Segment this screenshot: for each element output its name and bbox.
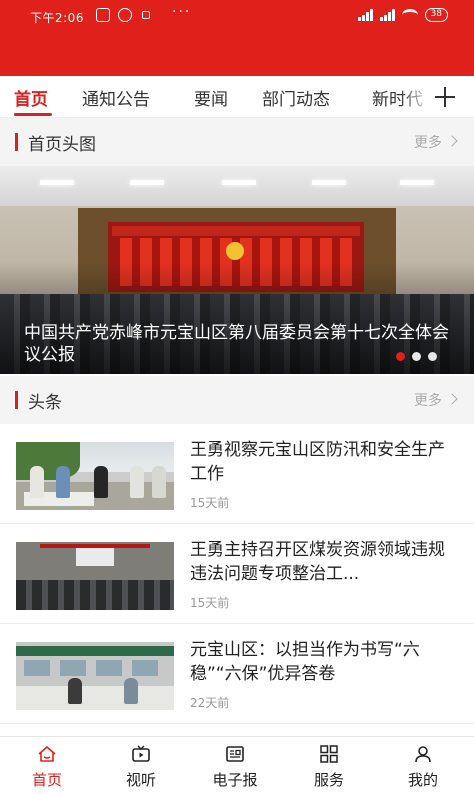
newspaper-icon	[226, 746, 244, 762]
carousel-indicator	[396, 352, 437, 361]
news-title: 王勇主持召开区煤炭资源领域违规违法问题专项整治工...	[190, 540, 445, 584]
news-title: 元宝山区：以担当作为书写“六稳”“六保”优异答卷	[190, 640, 420, 684]
active-tab-indicator	[14, 113, 52, 116]
nav-label: 电子报	[212, 771, 258, 789]
news-time: 15天前	[190, 496, 230, 510]
nav-label: 我的	[407, 771, 438, 789]
news-time: 15天前	[190, 596, 230, 610]
battery-icon: 38	[424, 8, 448, 22]
news-time: 22天前	[190, 696, 230, 710]
carousel-dot[interactable]	[412, 352, 421, 361]
tabs-fade	[400, 76, 432, 117]
status-notification-icons	[96, 8, 150, 22]
app-header: 下午2:06 ··· 38	[0, 0, 474, 76]
nav-label: 视听	[125, 771, 156, 789]
chevron-right-icon[interactable]	[446, 135, 458, 147]
user-icon	[415, 746, 431, 763]
chevron-right-icon[interactable]	[446, 393, 458, 405]
headline-section-header: 首页头图 更多	[0, 118, 474, 166]
channel-tabs: 首页 通知公告 要闻 部门动态 新时代	[0, 76, 474, 118]
section-title: 首页头图	[28, 135, 96, 155]
alarm-icon	[118, 8, 132, 22]
grid-icon	[320, 745, 338, 763]
nav-video[interactable]: 视听	[94, 737, 188, 794]
tab-home[interactable]: 首页	[14, 85, 48, 110]
bottom-navigation: 首页 视听 电子报 服务 我的	[0, 736, 474, 794]
news-list-item[interactable]: 王勇主持召开区煤炭资源领域违规违法问题专项整治工... 15天前	[0, 524, 474, 624]
section-title: 头条	[28, 393, 62, 413]
more-link[interactable]: 更多	[414, 132, 442, 152]
tab-key-news[interactable]: 要闻	[194, 85, 228, 110]
nav-home[interactable]: 首页	[0, 737, 94, 794]
more-link[interactable]: 更多	[414, 390, 442, 410]
status-system-icons: 38	[357, 8, 448, 22]
add-channel-icon[interactable]	[434, 86, 456, 108]
nav-services[interactable]: 服务	[282, 737, 376, 794]
nav-e-paper[interactable]: 电子报	[188, 737, 282, 794]
banner-caption[interactable]: 中国共产党赤峰市元宝山区第八届委员会第十七次全体会议公报	[24, 322, 454, 366]
home-icon	[38, 746, 56, 762]
news-thumbnail	[16, 642, 174, 710]
wifi-icon	[401, 9, 418, 21]
nav-label: 首页	[31, 771, 62, 789]
news-list-item[interactable]: 元宝山区：以担当作为书写“六稳”“六保”优异答卷 22天前	[0, 624, 474, 724]
news-thumbnail	[16, 542, 174, 610]
signal-icon	[357, 9, 373, 21]
news-list-item[interactable]: 王勇视察元宝山区防汛和安全生产工作 15天前	[0, 424, 474, 524]
notification-app-icon	[96, 8, 110, 22]
carousel-dot[interactable]	[396, 352, 405, 361]
banner-image	[0, 166, 474, 206]
news-thumbnail	[16, 442, 174, 510]
news-section-header: 头条 更多	[0, 376, 474, 424]
nav-label: 服务	[313, 771, 344, 789]
news-title: 王勇视察元宝山区防汛和安全生产工作	[190, 440, 445, 484]
status-bar: 下午2:06 ··· 38	[0, 0, 474, 32]
more-notifications-icon: ···	[172, 4, 192, 20]
section-marker	[15, 391, 18, 409]
notification-dot-icon	[142, 11, 150, 19]
nav-profile[interactable]: 我的	[376, 737, 470, 794]
carousel-dot[interactable]	[428, 352, 437, 361]
status-time: 下午2:06	[30, 11, 84, 25]
signal-icon-2	[379, 9, 395, 21]
tv-icon	[132, 745, 150, 762]
emblem-icon	[226, 242, 244, 260]
tab-notices[interactable]: 通知公告	[82, 85, 150, 110]
section-marker	[15, 133, 18, 151]
tab-department-news[interactable]: 部门动态	[262, 85, 330, 110]
